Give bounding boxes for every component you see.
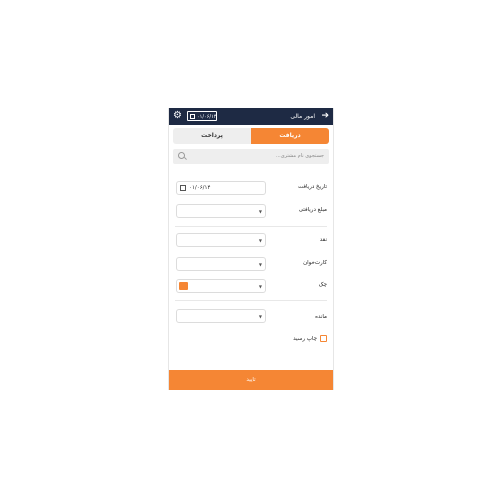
card-reader-label: کارت‌خوان	[303, 260, 327, 266]
tab-bar: پرداخت دریافت	[173, 128, 329, 144]
print-receipt-label: چاپ رسید	[293, 336, 317, 342]
check-icon[interactable]	[179, 282, 188, 290]
chevron-down-icon: ▼	[258, 262, 262, 267]
calendar-icon	[180, 185, 186, 191]
divider	[175, 300, 327, 301]
remaining-dropdown[interactable]: ▼	[176, 309, 266, 323]
search-input[interactable]: جستجوی نام مشتری...	[173, 149, 329, 164]
search-placeholder: جستجوی نام مشتری...	[275, 153, 324, 159]
tab-receive[interactable]: دریافت	[251, 128, 329, 144]
gear-icon[interactable]: ⚙	[173, 111, 183, 121]
card-reader-dropdown[interactable]: ▼	[176, 257, 266, 271]
date-text: ۰۱/۰۶/۱۴	[197, 114, 217, 120]
chevron-down-icon: ▼	[258, 209, 262, 214]
receive-date-field[interactable]: ۰۱/۰۶/۱۴	[176, 181, 266, 195]
divider	[175, 226, 327, 227]
search-icon	[178, 152, 185, 159]
date-badge[interactable]: ۰۱/۰۶/۱۴	[187, 111, 217, 121]
top-bar: ⚙ ۰۱/۰۶/۱۴ امور مالی ➔	[169, 108, 333, 125]
arrow-right-icon[interactable]: ➔	[321, 110, 329, 122]
confirm-button[interactable]: تایید	[169, 370, 333, 390]
cash-dropdown[interactable]: ▼	[176, 233, 266, 247]
check-label: چک	[318, 282, 327, 288]
app-screen: ⚙ ۰۱/۰۶/۱۴ امور مالی ➔ پرداخت دریافت جست…	[168, 108, 334, 390]
chevron-down-icon: ▼	[258, 314, 262, 319]
received-amount-dropdown[interactable]: ▼	[176, 204, 266, 218]
page-title: امور مالی	[290, 113, 315, 120]
cash-label: نقد	[319, 237, 327, 243]
calendar-icon	[190, 114, 195, 119]
received-amount-label: مبلغ دریافتی	[298, 207, 327, 213]
tab-payment[interactable]: پرداخت	[173, 128, 251, 144]
chevron-down-icon: ▼	[258, 238, 262, 243]
receive-date-value: ۰۱/۰۶/۱۴	[189, 185, 211, 191]
chevron-down-icon: ▼	[258, 284, 262, 289]
receive-date-label: تاریخ دریافت	[297, 184, 327, 190]
print-receipt-checkbox[interactable]	[320, 335, 327, 342]
check-dropdown[interactable]: ▼	[176, 279, 266, 293]
remaining-label: مانده	[315, 314, 327, 320]
